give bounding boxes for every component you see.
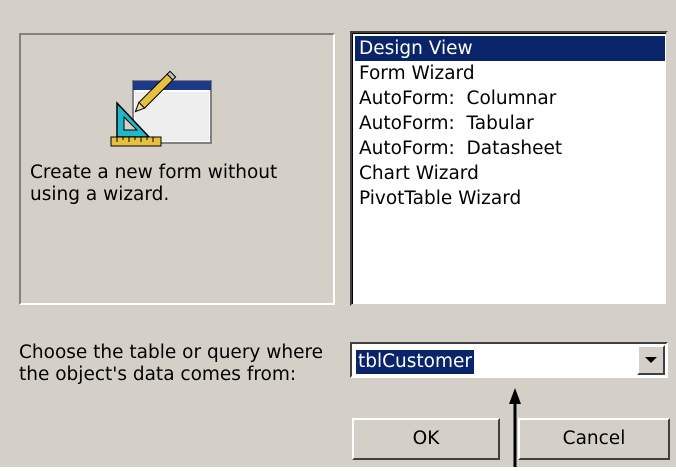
design-view-form-icon [101,65,226,165]
data-source-label: Choose the table or query where the obje… [19,342,324,385]
preview-description: Create a new form without using a wizard… [30,162,278,205]
data-source-combobox[interactable]: tblCustomer [350,342,668,378]
view-type-listbox[interactable]: Design View Form Wizard AutoForm: Column… [350,31,668,306]
data-source-value[interactable]: tblCustomer [356,350,474,374]
list-item-chart-wizard[interactable]: Chart Wizard [355,161,665,186]
list-item-pivottable-wizard[interactable]: PivotTable Wizard [355,186,665,211]
list-item-autoform-datasheet[interactable]: AutoForm: Datasheet [355,136,665,161]
chevron-down-icon [645,357,657,363]
ok-button[interactable]: OK [352,418,500,460]
list-item-design-view[interactable]: Design View [355,36,665,61]
preview-panel: Create a new form without using a wizard… [19,33,335,305]
list-item-form-wizard[interactable]: Form Wizard [355,61,665,86]
list-item-autoform-tabular[interactable]: AutoForm: Tabular [355,111,665,136]
new-form-dialog: Create a new form without using a wizard… [0,0,676,467]
list-item-autoform-columnar[interactable]: AutoForm: Columnar [355,86,665,111]
cancel-button[interactable]: Cancel [518,418,670,460]
dropdown-button[interactable] [637,345,665,375]
up-arrow-icon [504,388,526,467]
